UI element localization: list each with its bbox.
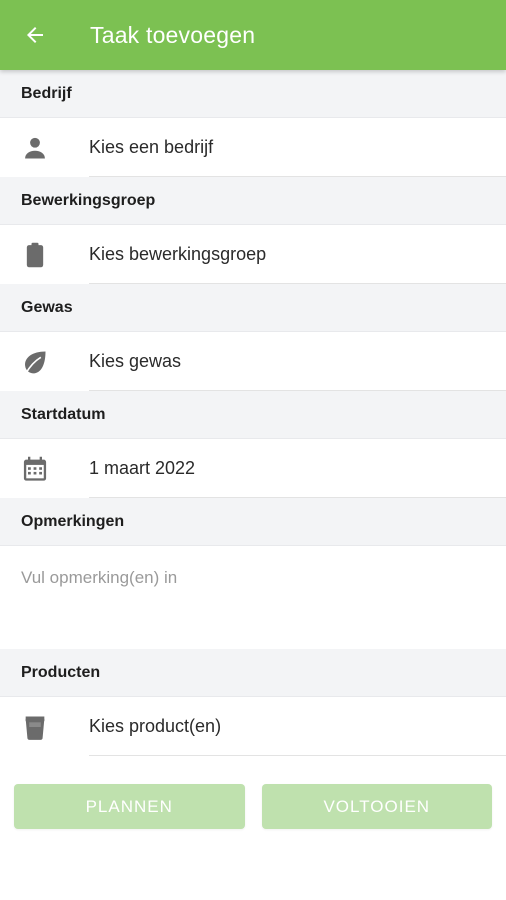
section-header-bewerkingsgroep: Bewerkingsgroep <box>0 177 506 225</box>
start-date-picker[interactable]: 1 maart 2022 <box>0 439 506 498</box>
action-buttons: PLANNEN VOLTOOIEN <box>0 756 506 829</box>
crop-selector[interactable]: Kies gewas <box>0 332 506 391</box>
section-header-opmerkingen: Opmerkingen <box>0 498 506 546</box>
plan-button[interactable]: PLANNEN <box>14 784 245 829</box>
section-header-startdatum: Startdatum <box>0 391 506 439</box>
company-selector-text: Kies een bedrijf <box>89 137 214 157</box>
calendar-icon <box>23 456 47 481</box>
page-title: Taak toevoegen <box>90 21 256 48</box>
crop-selector-text: Kies gewas <box>89 351 182 371</box>
container-icon <box>25 716 45 740</box>
back-button[interactable] <box>0 0 70 70</box>
complete-button[interactable]: VOLTOOIEN <box>261 784 492 829</box>
clipboard-icon <box>26 242 44 267</box>
product-selector-text: Kies product(en) <box>89 716 222 736</box>
operation-group-selector[interactable]: Kies bewerkingsgroep <box>0 225 506 284</box>
product-selector[interactable]: Kies product(en) <box>0 697 506 756</box>
leaf-icon <box>24 351 46 374</box>
section-header-bedrijf: Bedrijf <box>0 70 506 118</box>
section-header-gewas: Gewas <box>0 284 506 332</box>
remarks-input[interactable]: Vul opmerking(en) in <box>0 546 506 649</box>
arrow-left-icon <box>27 27 43 43</box>
operation-group-selector-text: Kies bewerkingsgroep <box>89 244 267 264</box>
company-selector[interactable]: Kies een bedrijf <box>0 118 506 177</box>
section-header-producten: Producten <box>0 649 506 697</box>
app-bar: Taak toevoegen <box>0 0 506 70</box>
person-icon <box>25 137 45 158</box>
start-date-text: 1 maart 2022 <box>89 458 196 478</box>
